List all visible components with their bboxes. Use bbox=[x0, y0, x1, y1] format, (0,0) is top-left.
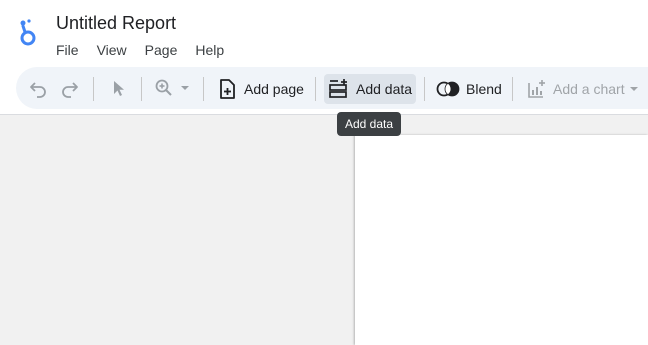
add-data-button[interactable]: Add data bbox=[324, 74, 416, 104]
report-title[interactable]: Untitled Report bbox=[56, 13, 176, 34]
add-chart-icon bbox=[527, 79, 547, 99]
blend-label: Blend bbox=[466, 81, 502, 97]
blend-icon bbox=[436, 81, 460, 97]
add-chart-label: Add a chart bbox=[553, 81, 625, 97]
add-page-label: Add page bbox=[244, 81, 304, 97]
toolbar: Add page Add data Blend Add a chart bbox=[16, 67, 648, 109]
add-chart-button[interactable]: Add a chart bbox=[523, 74, 643, 104]
toolbar-divider bbox=[203, 77, 204, 101]
zoom-in-icon[interactable] bbox=[152, 78, 176, 98]
zoom-dropdown-icon[interactable] bbox=[177, 80, 193, 96]
toolbar-divider bbox=[315, 77, 316, 101]
toolbar-divider bbox=[141, 77, 142, 101]
blend-button[interactable]: Blend bbox=[432, 74, 506, 104]
looker-studio-logo-icon[interactable] bbox=[16, 18, 42, 48]
add-data-label: Add data bbox=[356, 81, 413, 97]
toolbar-divider bbox=[93, 77, 94, 101]
toolbar-divider bbox=[424, 77, 425, 101]
app-header: Untitled Report File View Page Help bbox=[0, 0, 648, 66]
add-data-icon bbox=[328, 79, 350, 99]
menu-help[interactable]: Help bbox=[195, 42, 224, 58]
add-page-icon bbox=[218, 79, 236, 99]
pointer-icon[interactable] bbox=[106, 78, 130, 98]
menu-file[interactable]: File bbox=[56, 42, 79, 58]
add-page-button[interactable]: Add page bbox=[212, 74, 310, 104]
chevron-down-icon bbox=[629, 86, 639, 92]
add-data-tooltip: Add data bbox=[337, 112, 402, 136]
report-canvas[interactable] bbox=[355, 135, 648, 345]
menu-bar: File View Page Help bbox=[56, 42, 224, 58]
undo-icon[interactable] bbox=[26, 78, 50, 98]
redo-icon[interactable] bbox=[58, 78, 82, 98]
menu-view[interactable]: View bbox=[97, 42, 127, 58]
menu-page[interactable]: Page bbox=[145, 42, 178, 58]
toolbar-divider bbox=[512, 77, 513, 101]
